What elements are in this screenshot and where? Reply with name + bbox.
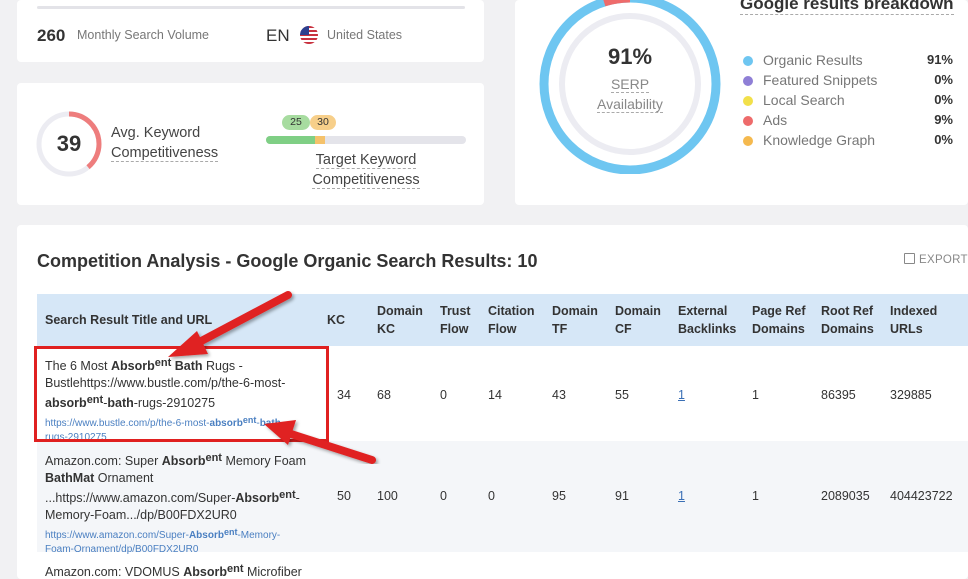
serp-label: SERP Availability [597, 76, 663, 113]
cell-external-backlinks-link[interactable]: 1 [678, 489, 685, 503]
cell-root-ref-domains: 2089035 [821, 489, 870, 503]
col-title-url[interactable]: Search Result Title and URL [45, 311, 212, 329]
cell-domain-cf: 91 [615, 489, 629, 503]
search-volume-card: 260 Monthly Search Volume EN United Stat… [17, 0, 484, 62]
cell-domain-kc: 100 [377, 489, 398, 503]
legend-item-featured-snippets: Featured Snippets 0% [741, 72, 953, 92]
serp-percent: 91% [607, 44, 653, 69]
target-kc-high-badge: 30 [310, 115, 336, 130]
monthly-volume-label: Monthly Search Volume [77, 28, 210, 42]
col-domain-cf[interactable]: Domain CF [615, 302, 661, 338]
language-code: EN [266, 26, 290, 45]
cell-indexed-urls: 404423722 [890, 489, 953, 503]
cell-kc: 34 [337, 388, 351, 402]
cell-root-ref-domains: 86395 [821, 388, 856, 402]
competitiveness-card: 39 Avg. Keyword Competitiveness 25 30 Ta… [17, 83, 484, 205]
col-citation-flow[interactable]: Citation Flow [488, 302, 535, 338]
cell-page-ref-domains: 1 [752, 489, 759, 503]
volume-progress-bar [37, 6, 465, 9]
table-header: Search Result Title and URL KC Domain KC … [37, 294, 968, 346]
monthly-volume-value: 260 [37, 26, 66, 45]
cell-indexed-urls: 329885 [890, 388, 932, 402]
col-external-backlinks[interactable]: External Backlinks [678, 302, 736, 338]
col-page-ref-domains[interactable]: Page Ref Domains [752, 302, 806, 338]
legend-item-knowledge-graph: Knowledge Graph 0% [741, 132, 953, 152]
breakdown-legend: Organic Results 91% Featured Snippets 0%… [741, 52, 953, 152]
avg-kc-value: 39 [56, 131, 82, 156]
cell-trust-flow: 0 [440, 388, 447, 402]
target-kc-low-badge: 25 [282, 115, 310, 130]
result-title[interactable]: Amazon.com: Super Absorbent Memory Foam … [45, 450, 307, 557]
cell-domain-tf: 95 [552, 489, 566, 503]
country-label: United States [327, 28, 403, 42]
col-trust-flow[interactable]: Trust Flow [440, 302, 471, 338]
col-root-ref-domains[interactable]: Root Ref Domains [821, 302, 874, 338]
table-row: Amazon.com: VDOMUS Absorbent Microfiber [37, 552, 968, 579]
cell-domain-cf: 55 [615, 388, 629, 402]
legend-item-ads: Ads 9% [741, 112, 953, 132]
col-domain-kc[interactable]: Domain KC [377, 302, 423, 338]
cell-citation-flow: 14 [488, 388, 502, 402]
breakdown-title: Google results breakdown [740, 0, 954, 15]
avg-kc-label: Avg. Keyword Competitiveness [111, 125, 219, 162]
cell-kc: 50 [337, 489, 351, 503]
cell-external-backlinks-link[interactable]: 1 [678, 388, 685, 402]
legend-item-local-search: Local Search 0% [741, 92, 953, 112]
us-flag-icon [300, 26, 318, 44]
target-kc-label: Target Keyword Competitiveness [312, 152, 420, 189]
legend-item-organic: Organic Results 91% [741, 52, 953, 72]
cell-citation-flow: 0 [488, 489, 495, 503]
table-row: Amazon.com: Super Absorbent Memory Foam … [37, 441, 968, 555]
col-kc[interactable]: KC [327, 311, 345, 329]
cell-domain-kc: 68 [377, 388, 391, 402]
cell-trust-flow: 0 [440, 489, 447, 503]
col-indexed-urls[interactable]: Indexed URLs [890, 302, 937, 338]
target-kc-bar [266, 136, 466, 144]
export-button[interactable]: EXPORT [904, 253, 968, 266]
col-domain-tf[interactable]: Domain TF [552, 302, 598, 338]
cell-page-ref-domains: 1 [752, 388, 759, 402]
competition-title: Competition Analysis - Google Organic Se… [37, 251, 538, 271]
highlight-box [34, 346, 329, 442]
cell-domain-tf: 43 [552, 388, 566, 402]
export-icon [904, 253, 915, 264]
serp-card: 91% SERP Availability Google results bre… [515, 0, 968, 205]
result-title[interactable]: Amazon.com: VDOMUS Absorbent Microfiber [45, 561, 307, 579]
